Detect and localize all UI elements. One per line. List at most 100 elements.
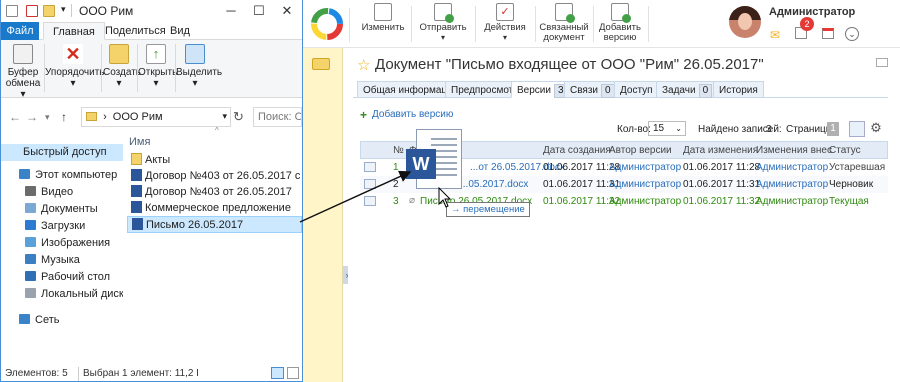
toolbar-divider: [349, 8, 350, 42]
edit-button[interactable]: Изменить: [361, 3, 405, 47]
close-icon[interactable]: ✕: [272, 0, 302, 22]
file-item-selected[interactable]: Письмо 26.05.2017: [127, 216, 302, 233]
status-item-count: Элементов: 5: [5, 368, 68, 379]
linked-document-button[interactable]: Связанный документ: [539, 3, 589, 47]
file-item[interactable]: Договор №403 от 26.05.2017: [127, 184, 302, 201]
row-author[interactable]: Администратор: [609, 177, 681, 193]
folder-icon[interactable]: [312, 58, 330, 70]
file-item[interactable]: Акты: [127, 152, 302, 169]
drag-tooltip: → перемещение: [446, 202, 530, 217]
organize-button[interactable]: ✕ Упорядочить ▾: [45, 42, 105, 96]
nav-images[interactable]: Изображения: [1, 235, 123, 252]
details-view-icon[interactable]: [271, 367, 284, 379]
per-page-select[interactable]: 15 ⌄: [648, 121, 686, 136]
app-toolbar: Изменить Отправить ▾ ✓ Действия ▾ Связанны…: [303, 0, 900, 48]
row-file[interactable]: ...05.2017.docx: [460, 177, 528, 193]
row-number: 3: [393, 196, 399, 207]
calendar-icon[interactable]: [822, 28, 834, 39]
row-menu-icon[interactable]: [364, 196, 376, 206]
address-field[interactable]: › ООО Рим ▾: [81, 107, 231, 127]
file-item[interactable]: Коммерческое предложение: [127, 200, 302, 217]
page-number[interactable]: 1: [827, 122, 839, 136]
column-status[interactable]: Статус: [829, 143, 861, 159]
select-button[interactable]: Выделить ▾: [176, 42, 222, 96]
nav-this-pc[interactable]: Этот компьютер: [1, 167, 123, 184]
row-menu-icon[interactable]: [364, 162, 376, 172]
nav-video[interactable]: Видео: [1, 184, 123, 201]
tiles-view-icon[interactable]: [287, 367, 299, 379]
row-author[interactable]: Администратор: [609, 160, 681, 176]
column-editor[interactable]: Изменения внес: [756, 143, 832, 159]
explorer-titlebar: ▾ ООО Рим ─ ☐ ✕: [1, 0, 302, 22]
nav-documents[interactable]: Документы: [1, 201, 123, 218]
column-author[interactable]: Автор версии: [609, 143, 672, 159]
email-icon[interactable]: [876, 58, 888, 67]
nav-local-disk[interactable]: Локальный диск (C: [1, 286, 123, 303]
properties-icon[interactable]: [26, 5, 38, 17]
file-item[interactable]: Договор №403 от 26.05.2017 с дополне...: [127, 168, 302, 185]
refresh-icon[interactable]: ↻: [233, 109, 244, 125]
column-created[interactable]: Дата создания: [543, 143, 611, 159]
clipboard-button[interactable]: Буфер обмена ▾: [3, 42, 43, 100]
row-status: Текущая: [829, 196, 869, 207]
found-count: 3: [766, 124, 772, 135]
tab-history[interactable]: История: [713, 81, 764, 98]
export-icon[interactable]: [849, 121, 865, 137]
add-icon[interactable]: +: [360, 108, 367, 122]
actions-label: Действия: [484, 22, 526, 33]
create-button[interactable]: Создать ▾: [103, 42, 141, 96]
row-menu-icon[interactable]: [364, 179, 376, 189]
left-sidebar: ›: [303, 48, 351, 382]
row-editor[interactable]: Администратор: [756, 194, 828, 210]
tab-access[interactable]: Доступ: [614, 81, 659, 98]
qat-dropdown-icon[interactable]: ▾: [61, 4, 66, 15]
history-dropdown-icon[interactable]: ▾: [45, 112, 50, 123]
avatar[interactable]: [729, 6, 761, 38]
add-version-link[interactable]: Добавить версию: [372, 109, 453, 120]
row-editor[interactable]: Администратор: [756, 177, 828, 193]
row-editor[interactable]: Администратор: [756, 160, 828, 176]
menu-chevron-icon[interactable]: ⌄: [845, 27, 859, 41]
row-modified: 01.06.2017 11:28: [683, 162, 761, 173]
nav-downloads[interactable]: Загрузки: [1, 218, 123, 235]
row-author[interactable]: Администратор: [609, 194, 681, 210]
send-button[interactable]: Отправить ▾: [419, 3, 467, 47]
status-bar: Элементов: 5 Выбран 1 элемент: 11,2 КБ: [1, 366, 302, 382]
send-label: Отправить: [419, 22, 467, 33]
row-modified: 01.06.2017 11:32: [683, 196, 761, 207]
nav-label: Изображения: [41, 237, 111, 249]
actions-button[interactable]: ✓ Действия ▾: [483, 3, 527, 47]
maximize-icon[interactable]: ☐: [244, 0, 274, 22]
star-icon: [7, 146, 18, 156]
column-header-name[interactable]: Имя: [129, 136, 150, 148]
nav-label: Документы: [41, 203, 98, 215]
nav-quick-access[interactable]: Быстрый доступ: [1, 144, 123, 161]
add-version-button[interactable]: Добавить версию: [597, 3, 643, 47]
notification-badge: 2: [800, 17, 814, 31]
back-icon[interactable]: ←: [9, 110, 21, 124]
tab-links[interactable]: Связи 0: [564, 81, 621, 98]
tab-file[interactable]: Файл: [1, 22, 39, 40]
forward-icon[interactable]: →: [26, 110, 38, 124]
ribbon-tabs: Файл Главная Поделиться Вид: [1, 22, 302, 40]
address-dropdown-icon[interactable]: ▾: [222, 111, 227, 122]
new-folder-icon[interactable]: [43, 5, 55, 17]
favorite-star-icon[interactable]: ☆: [357, 56, 370, 74]
nav-music[interactable]: Музыка: [1, 252, 123, 269]
open-button[interactable]: ↑ Открыть ▾: [138, 42, 177, 96]
minimize-icon[interactable]: ─: [216, 0, 246, 22]
images-icon: [25, 237, 36, 247]
tab-view[interactable]: Вид: [161, 22, 199, 40]
gear-icon[interactable]: ⚙: [868, 120, 884, 136]
search-input[interactable]: Поиск: О...: [253, 107, 302, 127]
select-icon: [185, 44, 205, 64]
column-modified[interactable]: Дата изменения: [683, 143, 758, 159]
nav-desktop[interactable]: Рабочий стол: [1, 269, 123, 286]
toolbar-divider: [535, 6, 536, 42]
tab-tasks[interactable]: Задачи 0: [656, 81, 719, 98]
nav-network[interactable]: Сеть: [1, 312, 123, 329]
mail-icon[interactable]: ✉: [770, 28, 780, 42]
desktop-icon: [25, 271, 36, 281]
up-icon[interactable]: ↑: [61, 110, 67, 124]
user-name[interactable]: Администратор: [769, 6, 855, 18]
